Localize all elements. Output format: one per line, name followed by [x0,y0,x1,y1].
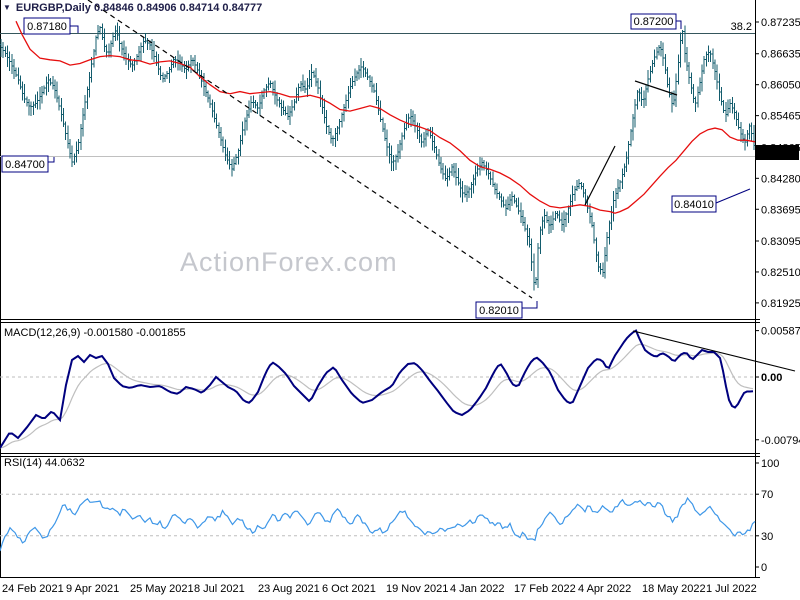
date-axis-label: 25 May 2021 [130,583,194,595]
y-axis-label: 0.00 [761,372,782,384]
symbol-title-bar: ▼ EURGBP,Daily 0.84846 0.84906 0.84714 0… [3,2,262,14]
y-axis-label: 0.86050 [761,80,800,92]
macd-indicator-title: MACD(12,26,9) -0.001580 -0.001855 [4,327,186,339]
price-callout-0.87180[interactable]: 0.87180 [23,17,79,35]
trading-chart-window: 0.872350.866350.860500.854650.848650.842… [0,0,800,600]
price-callout-0.84700[interactable]: 0.84700 [1,155,55,173]
y-axis-label: 0.005872 [761,326,800,338]
svg-text:0.87180: 0.87180 [27,21,67,33]
date-axis-label: 8 Jul 2021 [194,583,245,595]
y-axis-label: 0.86635 [761,49,800,61]
y-axis-label: 0.83695 [761,204,800,216]
y-axis-label: 30 [761,531,773,543]
price-callout-0.84010[interactable]: 0.84010 [671,188,751,213]
y-axis-label: 0.85465 [761,111,800,123]
rsi-indicator-title: RSI(14) 44.0632 [4,457,85,469]
date-axis-label: 4 Apr 2022 [578,583,631,595]
date-axis-label: 1 Jul 2022 [706,583,757,595]
fib-382-label: 38.2 [731,21,752,33]
y-axis-label: 100 [761,458,779,470]
moving-average-line [15,20,756,214]
date-axis-label: 4 Jan 2022 [450,583,504,595]
price-callout-0.87200[interactable]: 0.87200 [630,13,682,30]
date-axis-label: 18 May 2022 [642,583,706,595]
date-axis-label: 24 Feb 2021 [2,583,64,595]
date-axis-label: 9 Apr 2021 [66,583,119,595]
svg-text:0.84010: 0.84010 [674,199,714,211]
y-axis-label: 0.84280 [761,173,800,185]
y-axis-label: 0 [761,562,767,574]
date-axis-label: 19 Nov 2021 [386,583,448,595]
watermark: ActionForex.com [180,247,398,277]
current-price-label: 0.84777 [758,148,798,160]
svg-text:0.84700: 0.84700 [5,159,45,171]
y-axis-label: -0.007945 [761,435,800,447]
svg-text:0.87200: 0.87200 [634,16,674,28]
date-axis-label: 17 Feb 2022 [514,583,576,595]
svg-text:0.82010: 0.82010 [479,305,519,317]
y-axis-label: 0.82510 [761,267,800,279]
y-axis-label: 0.87235 [761,17,800,29]
chart-canvas[interactable]: 0.872350.866350.860500.854650.848650.842… [0,0,800,600]
price-callout-0.82010[interactable]: 0.82010 [475,301,538,319]
rsi-line [0,496,756,552]
macd-main-line [0,329,754,449]
rising-black-trendline[interactable] [584,145,616,206]
y-axis-label: 0.81925 [761,298,800,310]
y-axis-label: 0.83095 [761,236,800,248]
symbol-ohlc-title: EURGBP,Daily 0.84846 0.84906 0.84714 0.8… [15,2,263,14]
y-axis-label: 70 [761,489,773,501]
date-axis-label: 23 Aug 2021 [258,583,320,595]
date-axis-label: 6 Oct 2021 [322,583,376,595]
collapse-triangle-icon[interactable]: ▼ [3,4,11,12]
